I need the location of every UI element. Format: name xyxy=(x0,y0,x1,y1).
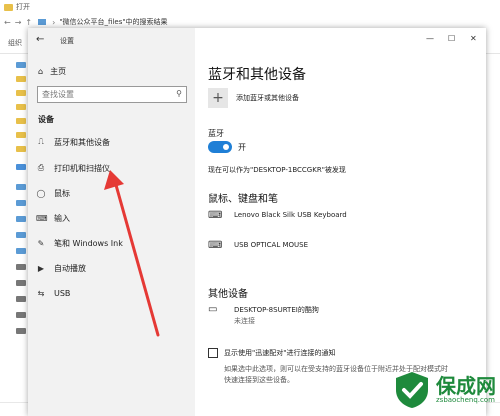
folder-icon[interactable] xyxy=(16,232,26,238)
back-arrow-icon[interactable]: ← xyxy=(4,18,11,27)
sidebar-section-heading: 设备 xyxy=(38,115,54,124)
computer-icon xyxy=(38,19,47,25)
device-name: USB OPTICAL MOUSE xyxy=(234,241,309,249)
window-title: 设置 xyxy=(60,37,74,45)
drive-icon[interactable] xyxy=(16,296,26,302)
folder-icon xyxy=(4,3,13,11)
search-icon[interactable]: ⚲ xyxy=(176,89,182,98)
folder-icon[interactable] xyxy=(16,132,26,138)
media-device-icon: ▭ xyxy=(208,304,218,315)
sidebar-item-printers[interactable]: ⎙ 打印机和扫描仪 xyxy=(36,158,186,178)
up-arrow-icon[interactable]: ↑ xyxy=(25,18,32,27)
bluetooth-devices-icon: ⎍ xyxy=(38,137,44,146)
search-placeholder: 查找设置 xyxy=(42,90,74,99)
organize-button[interactable]: 组织 xyxy=(8,39,22,47)
home-icon: ⌂ xyxy=(38,67,44,76)
add-device-label: 添加蓝牙或其他设备 xyxy=(236,94,299,102)
forward-arrow-icon[interactable]: → xyxy=(15,18,22,27)
device-status: 未连接 xyxy=(234,317,255,325)
sidebar-item-autoplay[interactable]: ▶ 自动播放 xyxy=(36,258,186,278)
sidebar-item-label: 蓝牙和其他设备 xyxy=(54,137,110,147)
pen-icon: ✎ xyxy=(37,238,45,248)
sidebar-item-label: 打印机和扫描仪 xyxy=(54,163,110,173)
watermark-text: 保成网 xyxy=(436,374,496,398)
folder-icon[interactable] xyxy=(16,76,26,82)
keyboard-icon: ⌨ xyxy=(208,240,223,251)
chevron-right-icon: › xyxy=(52,17,56,27)
settings-content: 蓝牙和其他设备 + 添加蓝牙或其他设备 蓝牙 开 现在可以作为"DESKTOP-… xyxy=(208,28,478,416)
sidebar-item-home[interactable]: ⌂ 主页 xyxy=(38,66,66,77)
settings-window: ⌂ 主页 查找设置 ⚲ 设备 ⎍ 蓝牙和其他设备 ⎙ 打印机和扫描仪 ◯ 鼠标 … xyxy=(28,28,486,416)
cloud-icon[interactable] xyxy=(16,164,26,170)
back-arrow-icon[interactable]: ← xyxy=(36,34,44,45)
page-title: 蓝牙和其他设备 xyxy=(208,67,306,83)
folder-icon[interactable] xyxy=(16,216,26,222)
keyboard-icon: ⌨ xyxy=(208,210,223,221)
device-item-other[interactable]: ▭ DESKTOP-8SURTEI的酷狗 未连接 xyxy=(208,305,319,326)
sidebar-item-pen[interactable]: ✎ 笔和 Windows Ink xyxy=(36,233,186,253)
folder-icon[interactable] xyxy=(16,90,26,96)
bluetooth-state: 开 xyxy=(238,142,246,152)
discoverable-text: 现在可以作为"DESKTOP-1BCCGKR"被发现 xyxy=(208,166,346,174)
quick-access-icon[interactable] xyxy=(16,62,26,68)
sidebar-item-bluetooth[interactable]: ⎍ 蓝牙和其他设备 xyxy=(36,132,186,152)
device-name: DESKTOP-8SURTEI的酷狗 xyxy=(234,306,319,314)
sidebar-item-label: 自动播放 xyxy=(54,263,86,273)
device-item-mouse[interactable]: ⌨ USB OPTICAL MOUSE xyxy=(208,241,308,251)
sidebar-item-usb[interactable]: ⇆ USB xyxy=(36,283,186,303)
mouse-icon: ◯ xyxy=(36,188,46,198)
sidebar-item-label: 输入 xyxy=(54,213,70,223)
settings-sidebar: ⌂ 主页 查找设置 ⚲ 设备 ⎍ 蓝牙和其他设备 ⎙ 打印机和扫描仪 ◯ 鼠标 … xyxy=(28,28,195,416)
swift-pair-checkbox[interactable] xyxy=(208,348,218,358)
explorer-nav-pane xyxy=(0,54,30,416)
explorer-titlebar: 打开 xyxy=(0,0,500,14)
drive-icon[interactable] xyxy=(16,280,26,286)
shield-logo-icon xyxy=(396,372,428,408)
computer-icon[interactable] xyxy=(16,184,26,190)
sidebar-item-label: 鼠标 xyxy=(54,188,70,198)
search-input[interactable]: 查找设置 ⚲ xyxy=(37,86,187,103)
folder-icon[interactable] xyxy=(16,146,26,152)
watermark-url: zsbaochenq.com xyxy=(436,396,495,404)
add-device-button[interactable]: + 添加蓝牙或其他设备 xyxy=(208,88,299,108)
autoplay-icon: ▶ xyxy=(37,263,45,273)
watermark: 保成网 zsbaochenq.com xyxy=(392,370,496,410)
folder-icon[interactable] xyxy=(16,118,26,124)
swift-pair-option[interactable]: 显示使用"迅速配对"进行连接的通知 xyxy=(208,348,335,358)
folder-icon[interactable] xyxy=(16,248,26,254)
bluetooth-label: 蓝牙 xyxy=(208,129,224,138)
keyboard-icon: ⌨ xyxy=(36,213,48,223)
explorer-title: 打开 xyxy=(16,3,30,11)
usb-icon: ⇆ xyxy=(37,288,45,298)
sidebar-item-typing[interactable]: ⌨ 输入 xyxy=(36,208,186,228)
drive-icon[interactable] xyxy=(16,264,26,270)
sidebar-item-label: 笔和 Windows Ink xyxy=(54,238,123,248)
swift-pair-label: 显示使用"迅速配对"进行连接的通知 xyxy=(224,349,336,357)
device-item-keyboard[interactable]: ⌨ Lenovo Black Silk USB Keyboard xyxy=(208,211,347,221)
other-devices-heading: 其他设备 xyxy=(208,289,248,300)
folder-icon[interactable] xyxy=(16,200,26,206)
sidebar-item-label: USB xyxy=(54,288,71,298)
plus-icon: + xyxy=(208,88,228,108)
address-text: "微信公众平台_files"中的搜索结果 xyxy=(59,18,168,26)
printer-icon: ⎙ xyxy=(37,163,45,172)
folder-icon[interactable] xyxy=(16,104,26,110)
drive-icon[interactable] xyxy=(16,312,26,318)
bluetooth-toggle-row: 开 xyxy=(208,141,246,153)
mouse-keyboard-heading: 鼠标、键盘和笔 xyxy=(208,194,278,205)
sidebar-item-label: 主页 xyxy=(50,67,67,76)
device-name: Lenovo Black Silk USB Keyboard xyxy=(234,211,347,219)
bluetooth-toggle[interactable] xyxy=(208,141,232,153)
sidebar-item-mouse[interactable]: ◯ 鼠标 xyxy=(36,183,186,203)
drive-icon[interactable] xyxy=(16,328,26,334)
